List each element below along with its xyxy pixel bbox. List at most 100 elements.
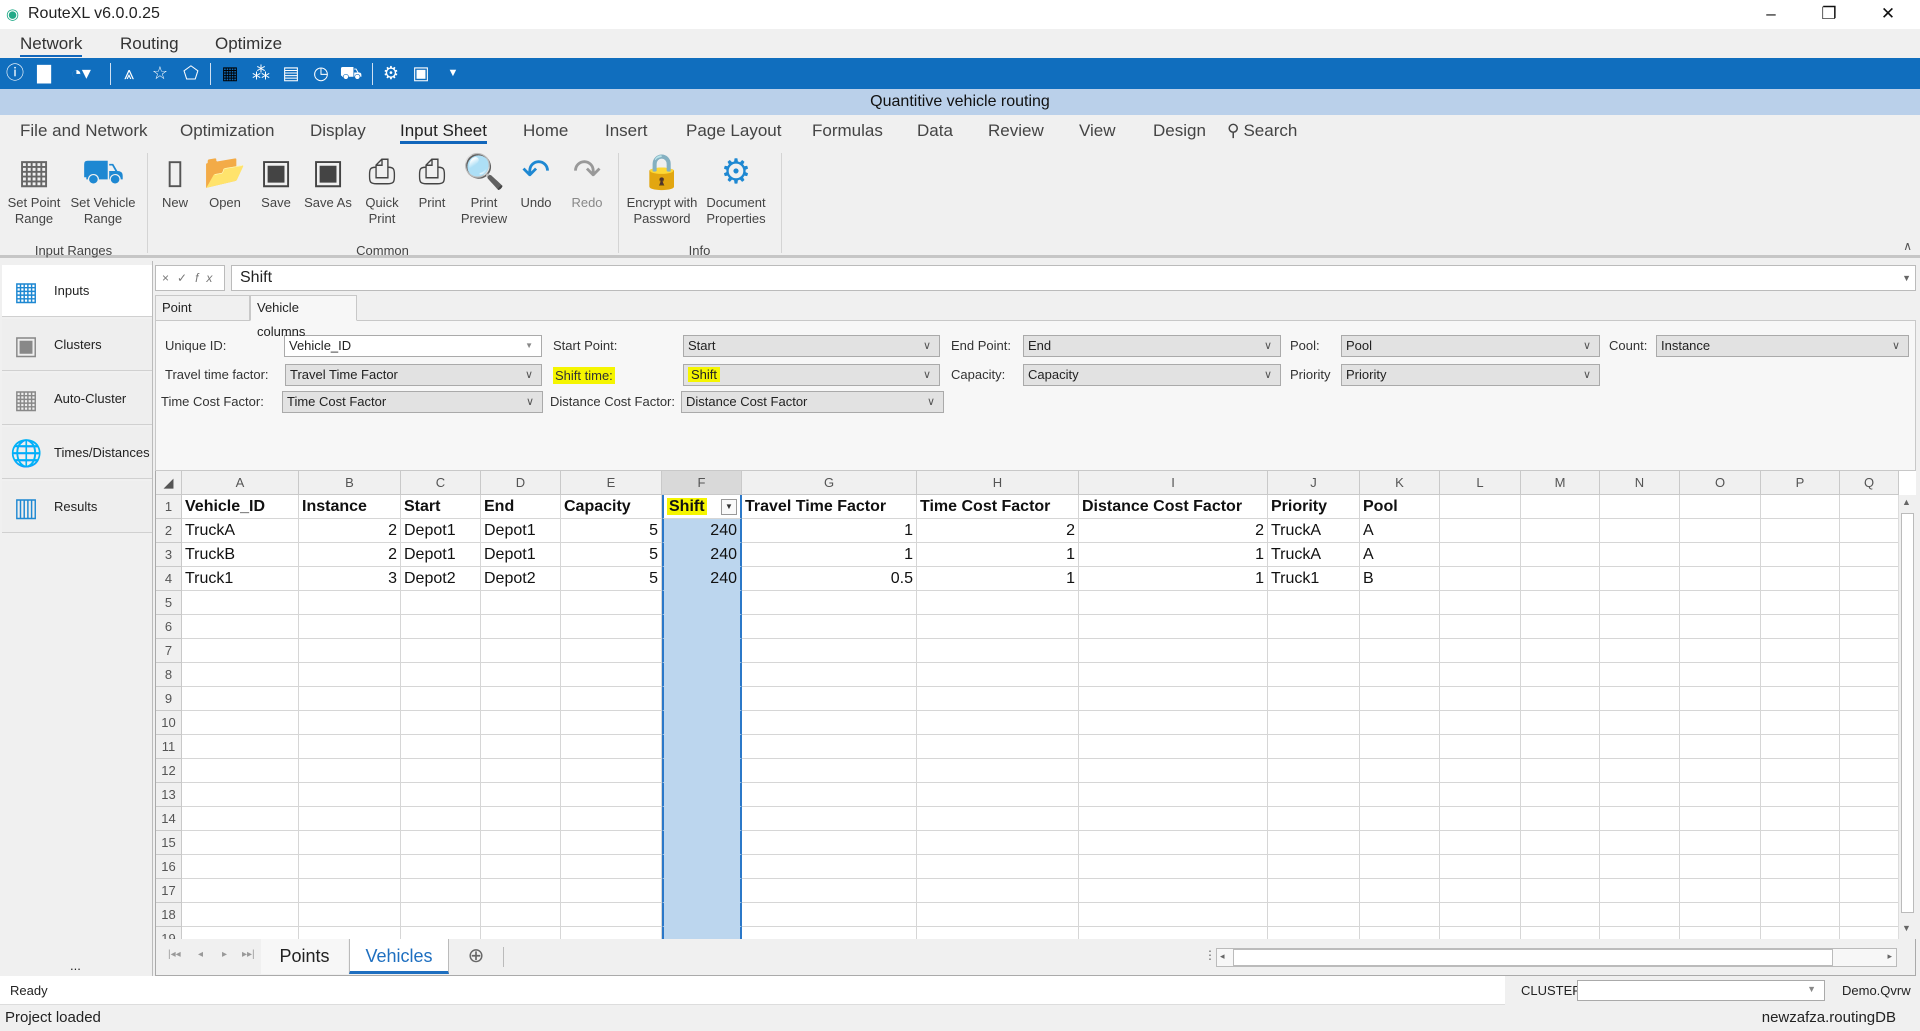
header-cell[interactable]: End xyxy=(481,495,561,519)
cell[interactable] xyxy=(742,711,917,735)
prev-sheet-icon[interactable]: ◂ xyxy=(198,949,203,960)
cell[interactable] xyxy=(1079,735,1268,759)
cell[interactable] xyxy=(1268,687,1360,711)
cell[interactable] xyxy=(1521,927,1600,939)
cell[interactable] xyxy=(481,639,561,663)
scroll-down-icon[interactable]: ▼ xyxy=(1902,923,1911,933)
cell[interactable] xyxy=(1360,615,1440,639)
cell[interactable] xyxy=(742,591,917,615)
cell[interactable] xyxy=(299,855,401,879)
cell[interactable] xyxy=(1521,855,1600,879)
row-header[interactable]: 19 xyxy=(156,927,182,939)
data-cell[interactable]: 240 xyxy=(662,543,742,567)
cell[interactable] xyxy=(662,807,742,831)
cell[interactable] xyxy=(1840,807,1899,831)
cell[interactable] xyxy=(299,783,401,807)
cell[interactable] xyxy=(561,759,662,783)
header-cell[interactable]: Priority xyxy=(1268,495,1360,519)
cell[interactable] xyxy=(1440,903,1521,927)
cell[interactable] xyxy=(1761,831,1840,855)
clock-truck-icon[interactable]: ◷ xyxy=(308,61,334,86)
cell[interactable] xyxy=(1440,519,1521,543)
cell[interactable] xyxy=(917,639,1079,663)
filter-dropdown-icon[interactable]: ▼ xyxy=(721,499,737,515)
cell[interactable] xyxy=(1268,711,1360,735)
tab-view[interactable]: View xyxy=(1079,121,1116,141)
cell[interactable] xyxy=(1440,639,1521,663)
cell[interactable] xyxy=(917,615,1079,639)
cell[interactable] xyxy=(742,663,917,687)
cell[interactable] xyxy=(182,591,299,615)
sidebar-item-times-distances[interactable]: 🌐 Times/Distances xyxy=(2,427,152,479)
save-icon[interactable]: ▣ xyxy=(408,61,434,86)
minimize-button[interactable]: – xyxy=(1751,2,1791,26)
cell[interactable] xyxy=(1440,879,1521,903)
column-header-g[interactable]: G xyxy=(742,471,917,495)
cell[interactable] xyxy=(1268,807,1360,831)
cell[interactable] xyxy=(917,783,1079,807)
menu-routing[interactable]: Routing xyxy=(120,34,179,54)
tab-insert[interactable]: Insert xyxy=(605,121,648,141)
cell[interactable] xyxy=(1761,663,1840,687)
gear-icon[interactable]: ⚙ xyxy=(378,61,404,86)
cell[interactable] xyxy=(1360,735,1440,759)
data-cell[interactable]: Depot1 xyxy=(481,519,561,543)
header-cell[interactable]: Vehicle_ID xyxy=(182,495,299,519)
cell[interactable] xyxy=(401,831,481,855)
cell[interactable] xyxy=(299,759,401,783)
tab-page-layout[interactable]: Page Layout xyxy=(686,121,781,141)
tab-display[interactable]: Display xyxy=(310,121,366,141)
data-cell[interactable]: TruckA xyxy=(1268,519,1360,543)
cell[interactable] xyxy=(182,735,299,759)
cell[interactable] xyxy=(1440,735,1521,759)
cell[interactable] xyxy=(662,783,742,807)
cell[interactable] xyxy=(182,687,299,711)
header-cell[interactable]: Shift ▼ xyxy=(662,495,742,519)
data-cell[interactable]: Depot2 xyxy=(481,567,561,591)
cell[interactable] xyxy=(561,831,662,855)
column-header-k[interactable]: K xyxy=(1360,471,1440,495)
data-cell[interactable]: A xyxy=(1360,519,1440,543)
data-cell[interactable]: B xyxy=(1360,567,1440,591)
data-cell[interactable]: 2 xyxy=(299,519,401,543)
cell[interactable] xyxy=(182,903,299,927)
cell[interactable] xyxy=(481,663,561,687)
data-cell[interactable]: 2 xyxy=(1079,519,1268,543)
cell[interactable] xyxy=(1761,687,1840,711)
cell[interactable] xyxy=(1840,735,1899,759)
cell[interactable] xyxy=(917,759,1079,783)
cell[interactable] xyxy=(1268,879,1360,903)
cell[interactable] xyxy=(561,735,662,759)
cell[interactable] xyxy=(1079,783,1268,807)
clusters-icon[interactable]: ⁂ xyxy=(248,61,274,86)
cell[interactable] xyxy=(1600,495,1680,519)
row-header[interactable]: 18 xyxy=(156,903,182,927)
cell[interactable] xyxy=(1268,639,1360,663)
cell[interactable] xyxy=(1360,663,1440,687)
cell[interactable] xyxy=(481,855,561,879)
data-cell[interactable]: 240 xyxy=(662,567,742,591)
cell[interactable] xyxy=(1521,783,1600,807)
scroll-up-icon[interactable]: ▲ xyxy=(1902,497,1911,507)
cell[interactable] xyxy=(1761,903,1840,927)
cell[interactable] xyxy=(1600,879,1680,903)
cell[interactable] xyxy=(1360,783,1440,807)
header-cell[interactable]: Instance xyxy=(299,495,401,519)
cell[interactable] xyxy=(1440,663,1521,687)
cell[interactable] xyxy=(662,831,742,855)
cell[interactable] xyxy=(481,759,561,783)
cell[interactable] xyxy=(742,687,917,711)
cell[interactable] xyxy=(1521,591,1600,615)
cell[interactable] xyxy=(1268,903,1360,927)
cell[interactable] xyxy=(1840,567,1899,591)
chevron-down-icon[interactable]: ∨ xyxy=(923,336,931,356)
data-cell[interactable]: 5 xyxy=(561,567,662,591)
cell[interactable] xyxy=(1521,495,1600,519)
chevron-down-icon[interactable]: ▼ xyxy=(525,336,533,356)
select-all-corner[interactable]: ◢ xyxy=(156,471,182,495)
row-header[interactable]: 11 xyxy=(156,735,182,759)
cell[interactable] xyxy=(1840,879,1899,903)
cell[interactable] xyxy=(481,879,561,903)
cell[interactable] xyxy=(662,879,742,903)
cell[interactable] xyxy=(1600,783,1680,807)
